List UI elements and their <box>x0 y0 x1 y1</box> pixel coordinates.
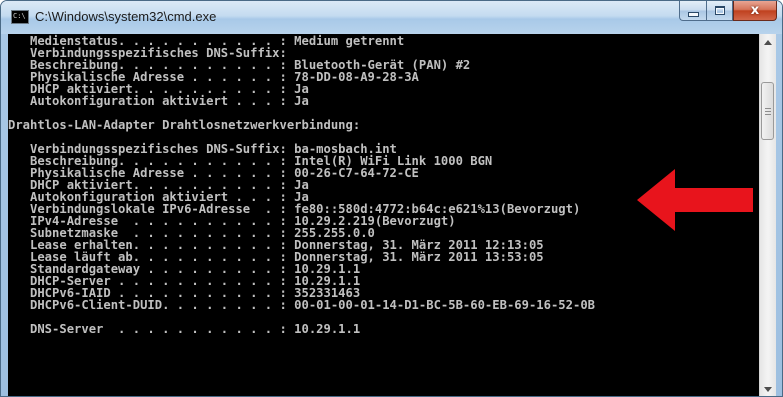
scroll-down-button[interactable] <box>760 381 776 396</box>
minimize-icon <box>687 11 699 17</box>
cmd-window: C:\ C:\Windows\system32\cmd.exe x Medien… <box>0 0 783 397</box>
maximize-icon <box>714 6 725 15</box>
vertical-scrollbar[interactable] <box>759 34 776 396</box>
console-line: Drahtlos-LAN-Adapter Drahtlosnetzwerkver… <box>8 118 361 132</box>
grip-icon <box>765 111 771 112</box>
scroll-down-arrow-icon <box>764 387 772 392</box>
window-title: C:\Windows\system32\cmd.exe <box>35 9 217 24</box>
console-line: DNS-Server . . . . . . . . . . . : 10.29… <box>8 322 361 336</box>
red-arrow-icon <box>637 169 753 231</box>
red-arrow-shape <box>637 169 753 231</box>
close-icon: x <box>750 3 760 18</box>
scroll-thumb[interactable] <box>761 82 774 140</box>
caption-buttons: x <box>679 1 777 21</box>
maximize-button[interactable] <box>706 1 733 21</box>
grip-icon <box>765 114 771 115</box>
minimize-button[interactable] <box>679 1 706 21</box>
cmd-app-icon-text: C:\ <box>13 12 26 20</box>
scroll-up-arrow-icon <box>764 40 772 45</box>
console-line: DHCPv6-Client-DUID. . . . . . . . : 00-0… <box>8 298 595 312</box>
console-text: Medienstatus. . . . . . . . . . . : Medi… <box>8 35 595 335</box>
close-button[interactable]: x <box>733 1 777 21</box>
scroll-up-button[interactable] <box>760 34 776 51</box>
console-line: Autokonfiguration aktiviert . . . : Ja <box>8 94 309 108</box>
title-bar[interactable]: C:\ C:\Windows\system32\cmd.exe x <box>1 1 782 34</box>
window-frame-right <box>776 34 782 396</box>
grip-icon <box>765 108 771 109</box>
cmd-app-icon[interactable]: C:\ <box>11 10 29 24</box>
